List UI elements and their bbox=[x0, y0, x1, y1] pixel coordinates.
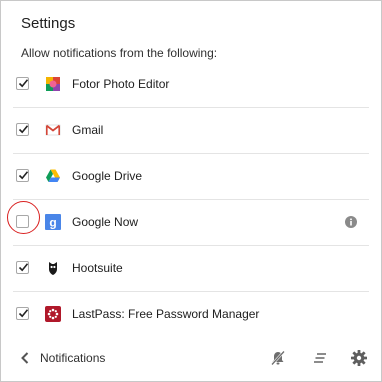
checkbox-lastpass[interactable] bbox=[16, 307, 29, 320]
checkmark-icon bbox=[18, 171, 29, 180]
list-item-lastpass: LastPass: Free Password Manager bbox=[13, 292, 369, 337]
checkbox-hootsuite[interactable] bbox=[16, 261, 29, 274]
clear-all-icon[interactable] bbox=[311, 349, 329, 367]
app-name: Hootsuite bbox=[72, 261, 123, 275]
checkbox-google-now[interactable] bbox=[16, 215, 29, 228]
app-name: Fotor Photo Editor bbox=[72, 77, 170, 91]
list-item-google-drive: Google Drive bbox=[13, 154, 369, 200]
gear-icon[interactable] bbox=[350, 349, 368, 367]
info-icon[interactable] bbox=[345, 216, 357, 228]
back-arrow-icon[interactable] bbox=[19, 350, 31, 366]
footer-bar: Notifications bbox=[1, 336, 381, 381]
list-item-fotor: Fotor Photo Editor bbox=[13, 62, 369, 108]
app-list: Fotor Photo Editor Gmail Google Drive g … bbox=[1, 62, 381, 337]
panel-subtitle: Allow notifications from the following: bbox=[21, 46, 218, 60]
list-item-gmail: Gmail bbox=[13, 108, 369, 154]
app-name: Google Now bbox=[72, 215, 139, 229]
svg-text:g: g bbox=[49, 216, 56, 230]
mute-notifications-icon[interactable] bbox=[269, 349, 287, 367]
lastpass-icon bbox=[45, 306, 61, 322]
fotor-icon bbox=[46, 77, 60, 91]
notification-settings-panel: Settings Allow notifications from the fo… bbox=[0, 0, 382, 382]
checkmark-icon bbox=[18, 79, 29, 88]
checkbox-gmail[interactable] bbox=[16, 123, 29, 136]
list-item-google-now: g Google Now bbox=[13, 200, 369, 246]
gmail-icon bbox=[45, 124, 61, 136]
checkmark-icon bbox=[18, 309, 29, 318]
back-to-notifications-link[interactable]: Notifications bbox=[40, 351, 105, 365]
app-name: Gmail bbox=[72, 123, 104, 137]
google-now-icon: g bbox=[45, 214, 61, 230]
checkmark-icon bbox=[18, 125, 29, 134]
list-item-hootsuite: Hootsuite bbox=[13, 246, 369, 292]
hootsuite-icon bbox=[49, 262, 57, 275]
google-drive-icon bbox=[46, 169, 60, 182]
app-name: LastPass: Free Password Manager bbox=[72, 307, 260, 321]
app-name: Google Drive bbox=[72, 169, 143, 183]
checkbox-fotor[interactable] bbox=[16, 77, 29, 90]
checkmark-icon bbox=[18, 263, 29, 272]
panel-title: Settings bbox=[21, 15, 76, 32]
checkbox-google-drive[interactable] bbox=[16, 169, 29, 182]
